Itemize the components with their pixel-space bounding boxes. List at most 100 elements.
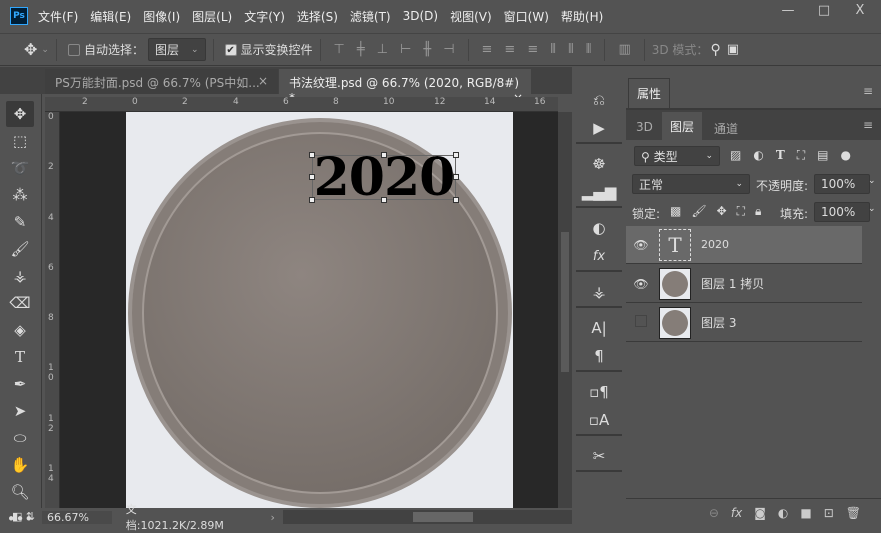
opacity-input[interactable]: 100% bbox=[814, 174, 870, 194]
smart-object-filter-icon[interactable]: ▤ bbox=[817, 148, 828, 163]
lock-transparent-icon[interactable]: ▩ bbox=[670, 204, 681, 219]
transform-handle[interactable] bbox=[309, 152, 315, 158]
tab-calligraphy-texture[interactable]: 书法纹理.psd @ 66.7% (2020, RGB/8#) *× bbox=[279, 69, 531, 105]
layer-filter-dropdown[interactable]: ⚲ 类型 ⌄ bbox=[634, 146, 720, 166]
document-image[interactable]: 2020 bbox=[126, 112, 513, 508]
history-icon[interactable]: ⎌ bbox=[576, 86, 622, 114]
link-layers-icon[interactable]: ⊖ bbox=[709, 506, 719, 520]
3d-orbit-icon[interactable]: ⚲ bbox=[710, 42, 720, 58]
menu-help[interactable]: 帮助(H) bbox=[561, 8, 603, 25]
distribute-left-icon[interactable]: ⦀ bbox=[550, 42, 556, 57]
tab-channels[interactable]: 通道 bbox=[706, 114, 746, 143]
horizontal-scrollbar[interactable] bbox=[282, 510, 572, 524]
quick-selection-tool-icon[interactable]: ⁂ bbox=[6, 182, 34, 208]
swap-colors-icon[interactable]: ◧ ⇅ bbox=[12, 510, 35, 523]
transform-handle[interactable] bbox=[381, 152, 387, 158]
layer-name[interactable]: 图层 3 bbox=[701, 314, 736, 331]
add-mask-icon[interactable]: ◙ bbox=[754, 506, 766, 520]
actions-play-icon[interactable]: ▶ bbox=[576, 114, 622, 142]
styles-fx-icon[interactable]: fx bbox=[576, 242, 622, 270]
marquee-tool-icon[interactable]: ⬚ bbox=[6, 128, 34, 154]
close-button[interactable]: X bbox=[842, 0, 878, 24]
type-tool-icon[interactable]: T bbox=[6, 344, 34, 370]
layer-row-layer3[interactable]: 图层 3 bbox=[626, 304, 862, 342]
stamp-tool-icon[interactable]: ⚶ bbox=[6, 263, 34, 289]
add-style-fx-icon[interactable]: fx bbox=[731, 506, 742, 520]
canvas-area[interactable]: 2020 bbox=[60, 112, 558, 508]
type-filter-icon[interactable]: T bbox=[776, 148, 785, 163]
shape-filter-icon[interactable]: ⛶ bbox=[797, 148, 805, 163]
new-group-icon[interactable]: ■ bbox=[800, 506, 811, 520]
delete-layer-icon[interactable]: 🗑︎ bbox=[846, 506, 861, 520]
distribute-top-icon[interactable]: ≡ bbox=[482, 42, 493, 57]
tool-presets-icon[interactable]: ✂ bbox=[576, 442, 622, 470]
minimize-button[interactable]: — bbox=[770, 0, 806, 24]
vertical-scrollbar[interactable] bbox=[558, 112, 572, 508]
menu-edit[interactable]: 编辑(E) bbox=[90, 8, 131, 25]
distribute-hcenter-icon[interactable]: ⦀ bbox=[568, 42, 574, 57]
layer-name[interactable]: 2020 bbox=[701, 238, 729, 251]
align-hcenter-icon[interactable]: ╫ bbox=[423, 42, 431, 57]
transform-handle[interactable] bbox=[453, 197, 459, 203]
move-tool-icon[interactable]: ✥ bbox=[6, 101, 34, 127]
visibility-eye-icon[interactable]: 👁︎ bbox=[626, 238, 656, 252]
distribute-vcenter-icon[interactable]: ≡ bbox=[504, 42, 515, 57]
character-styles-icon[interactable]: ▫A bbox=[576, 406, 622, 434]
align-top-icon[interactable]: ⊤ bbox=[334, 42, 345, 57]
status-menu-arrow-icon[interactable]: › bbox=[271, 511, 275, 524]
menu-file[interactable]: 文件(F) bbox=[38, 8, 78, 25]
lasso-tool-icon[interactable]: ➰ bbox=[6, 155, 34, 181]
menu-image[interactable]: 图像(I) bbox=[143, 8, 180, 25]
layers-menu-icon[interactable]: ≡ bbox=[863, 118, 873, 132]
fill-dropdown-icon[interactable]: ⌄ bbox=[868, 204, 876, 214]
transform-handle[interactable] bbox=[381, 197, 387, 203]
menu-3d[interactable]: 3D(D) bbox=[403, 9, 438, 23]
tab-3d[interactable]: 3D bbox=[628, 114, 661, 140]
align-right-icon[interactable]: ⊣ bbox=[443, 42, 454, 57]
panel-menu-icon[interactable]: ≡ bbox=[863, 84, 873, 98]
text-layer-2020[interactable]: 2020 bbox=[312, 152, 456, 204]
zoom-tool-icon[interactable]: 🔍︎ bbox=[6, 479, 34, 505]
transform-handle[interactable] bbox=[453, 152, 459, 158]
tab-ps-cover[interactable]: PS万能封面.psd @ 66.7% (PS中如... × bbox=[45, 69, 278, 94]
move-tool-icon[interactable]: ✥ bbox=[24, 40, 37, 59]
auto-align-icon[interactable]: ▥ bbox=[618, 42, 630, 57]
close-tab-icon[interactable]: × bbox=[258, 74, 268, 88]
menu-select[interactable]: 选择(S) bbox=[297, 8, 338, 25]
tab-properties[interactable]: 属性 bbox=[628, 78, 671, 108]
transform-handle[interactable] bbox=[453, 174, 459, 180]
maximize-button[interactable]: □ bbox=[806, 0, 842, 24]
menu-filter[interactable]: 滤镜(T) bbox=[350, 8, 391, 25]
auto-select-checkbox[interactable] bbox=[67, 43, 80, 56]
scroll-thumb[interactable] bbox=[561, 232, 569, 372]
3d-pan-icon[interactable]: ▣ bbox=[727, 42, 739, 57]
menu-view[interactable]: 视图(V) bbox=[450, 8, 492, 25]
paint-bucket-tool-icon[interactable]: ◈ bbox=[6, 317, 34, 343]
pen-tool-icon[interactable]: ✒ bbox=[6, 371, 34, 397]
tab-layers[interactable]: 图层 bbox=[662, 112, 703, 140]
adjustments-icon[interactable]: ◐ bbox=[576, 214, 622, 242]
layer-row-layer1-copy[interactable]: 👁︎ 图层 1 拷贝 bbox=[626, 265, 862, 303]
align-bottom-icon[interactable]: ⊥ bbox=[377, 42, 388, 57]
eraser-tool-icon[interactable]: ⌫ bbox=[6, 290, 34, 316]
pixel-filter-icon[interactable]: ▨ bbox=[730, 148, 741, 163]
new-adjustment-icon[interactable]: ◐ bbox=[778, 506, 788, 520]
visibility-eye-icon[interactable]: 👁︎ bbox=[626, 277, 656, 291]
fill-input[interactable]: 100% bbox=[814, 202, 870, 222]
clone-source-icon[interactable]: ⚶ bbox=[576, 278, 622, 306]
paragraph-icon[interactable]: ¶ bbox=[576, 342, 622, 370]
lock-position-icon[interactable]: ✥ bbox=[717, 204, 727, 219]
distribute-bottom-icon[interactable]: ≡ bbox=[527, 42, 538, 57]
layer-name[interactable]: 图层 1 拷贝 bbox=[701, 275, 764, 292]
transform-handle[interactable] bbox=[309, 197, 315, 203]
menu-type[interactable]: 文字(Y) bbox=[244, 8, 285, 25]
lock-image-icon[interactable]: 🖌︎ bbox=[691, 204, 706, 219]
chevron-down-icon[interactable]: ⌄ bbox=[41, 45, 49, 55]
navigator-icon[interactable]: ☸ bbox=[576, 150, 622, 178]
adjustment-filter-icon[interactable]: ◐ bbox=[753, 148, 763, 163]
path-selection-tool-icon[interactable]: ➤ bbox=[6, 398, 34, 424]
lock-all-icon[interactable]: 🔒︎ bbox=[755, 204, 761, 219]
ellipse-tool-icon[interactable]: ⬭ bbox=[6, 425, 34, 451]
transform-handle[interactable] bbox=[309, 174, 315, 180]
zoom-level[interactable]: 66.67% bbox=[42, 510, 112, 524]
